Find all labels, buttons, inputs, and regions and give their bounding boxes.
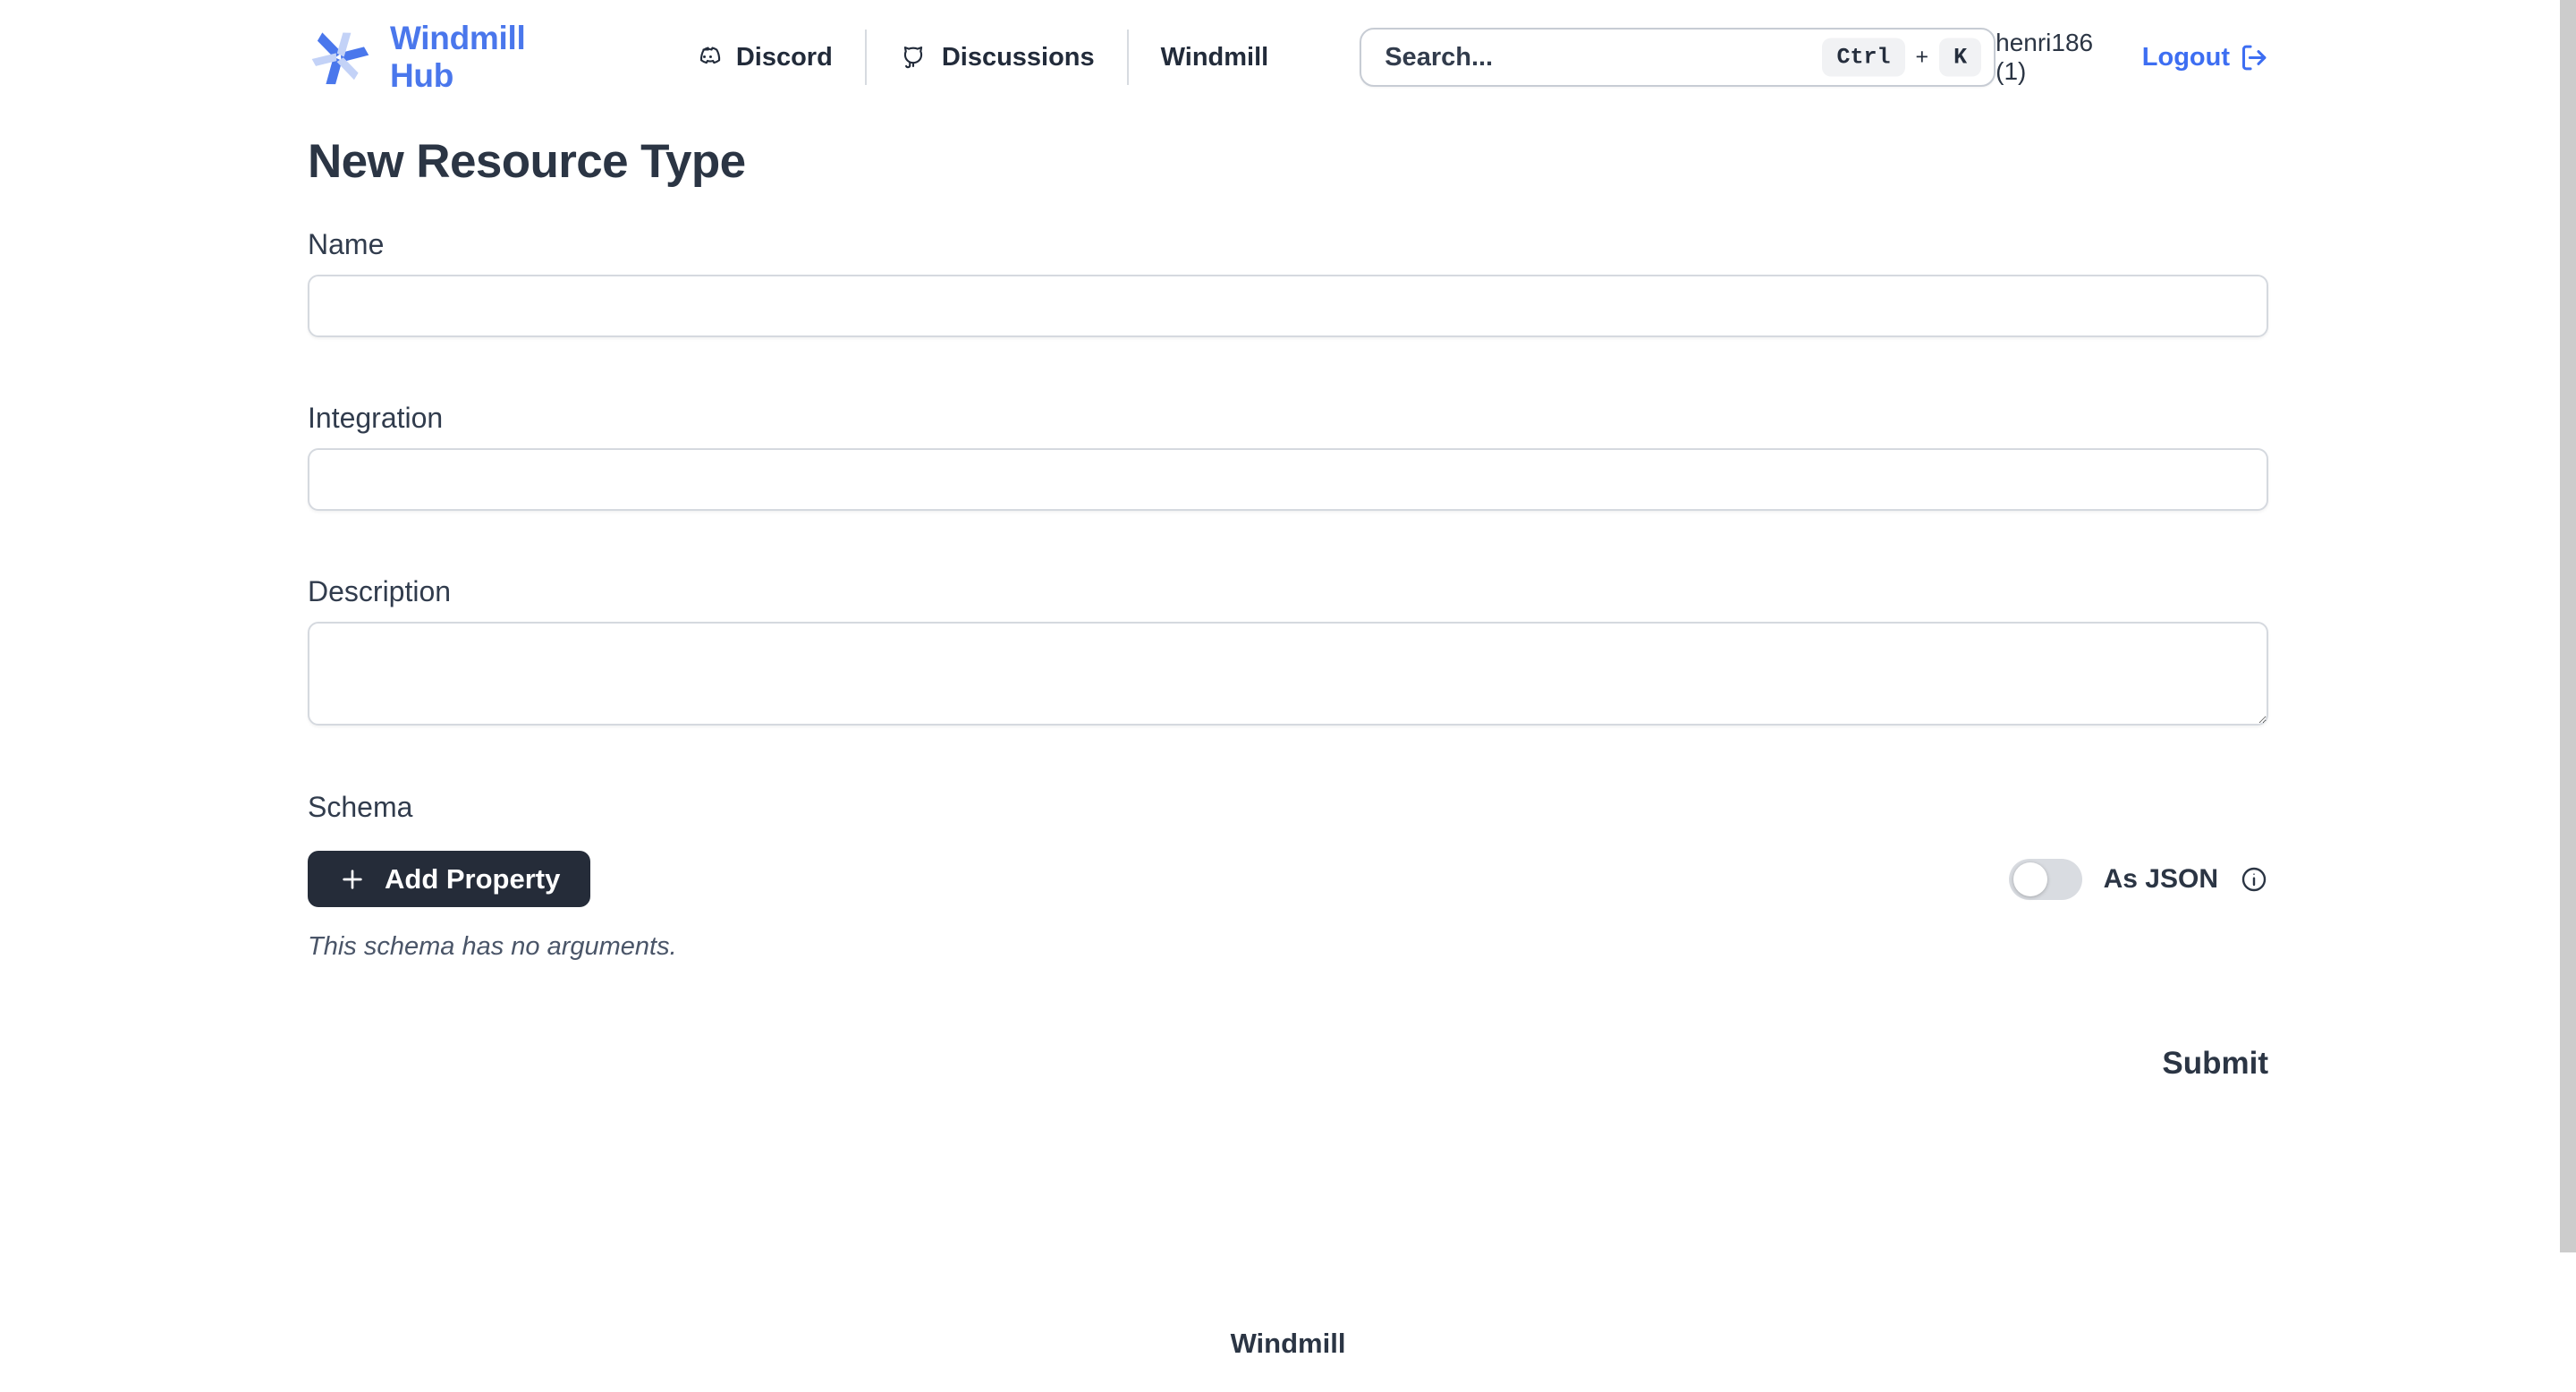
schema-toolbar: Add Property As JSON (308, 851, 2268, 907)
field-name: Name (308, 228, 2268, 337)
header: Windmill Hub Discord Discussions (0, 0, 2576, 115)
logout-label: Logout (2142, 43, 2230, 72)
toggle-knob (2013, 862, 2047, 896)
schema-empty-text: This schema has no arguments. (308, 932, 2268, 962)
info-icon[interactable] (2240, 865, 2268, 894)
search-shortcut: Ctrl + K (1822, 38, 1981, 77)
footer-windmill-link[interactable]: Windmill (1231, 1328, 1346, 1359)
kbd-k: K (1939, 38, 1981, 77)
scrollbar-thumb[interactable] (2560, 0, 2576, 1252)
nav-item-label: Windmill (1161, 43, 1269, 72)
as-json-group: As JSON (2009, 859, 2268, 900)
description-textarea[interactable] (308, 622, 2268, 726)
submit-row: Submit (308, 1046, 2268, 1082)
schema-label: Schema (308, 791, 2268, 824)
logout-link[interactable]: Logout (2142, 43, 2268, 72)
integration-label: Integration (308, 402, 2268, 435)
field-integration: Integration (308, 402, 2268, 511)
discord-icon (693, 43, 722, 72)
username: henri186 (1) (1996, 29, 2119, 86)
plus-icon (338, 865, 367, 894)
nav-item-discussions[interactable]: Discussions (899, 43, 1095, 72)
brand-home-link[interactable]: Windmill Hub (308, 17, 586, 98)
nav-item-label: Discussions (942, 43, 1095, 72)
footer: Windmill (0, 1328, 2576, 1360)
add-property-button[interactable]: Add Property (308, 851, 590, 907)
logout-icon (2239, 43, 2268, 72)
name-input[interactable] (308, 275, 2268, 337)
description-label: Description (308, 575, 2268, 608)
main-content: New Resource Type Name Integration Descr… (308, 134, 2268, 1082)
nav-item-discord[interactable]: Discord (693, 43, 833, 72)
nav-divider (1127, 30, 1129, 85)
submit-button[interactable]: Submit (2162, 1046, 2268, 1082)
header-inner: Windmill Hub Discord Discussions (308, 0, 2268, 115)
kbd-plus: + (1916, 45, 1929, 71)
as-json-label: As JSON (2104, 864, 2218, 895)
as-json-toggle[interactable] (2009, 859, 2082, 900)
page-title: New Resource Type (308, 134, 2268, 189)
name-label: Name (308, 228, 2268, 261)
user-area: henri186 (1) Logout (1996, 29, 2268, 86)
nav-item-windmill[interactable]: Windmill (1161, 43, 1269, 72)
main-nav: Discord Discussions Windmill (693, 30, 1268, 85)
search-box: Ctrl + K (1360, 28, 1996, 87)
github-discussions-icon (899, 43, 928, 72)
nav-item-label: Discord (736, 43, 833, 72)
brand-title: Windmill Hub (390, 20, 586, 95)
kbd-ctrl: Ctrl (1822, 38, 1904, 77)
field-description: Description (308, 575, 2268, 726)
windmill-logo-icon (308, 17, 370, 98)
nav-divider (865, 30, 867, 85)
integration-input[interactable] (308, 448, 2268, 511)
add-property-label: Add Property (385, 863, 560, 895)
